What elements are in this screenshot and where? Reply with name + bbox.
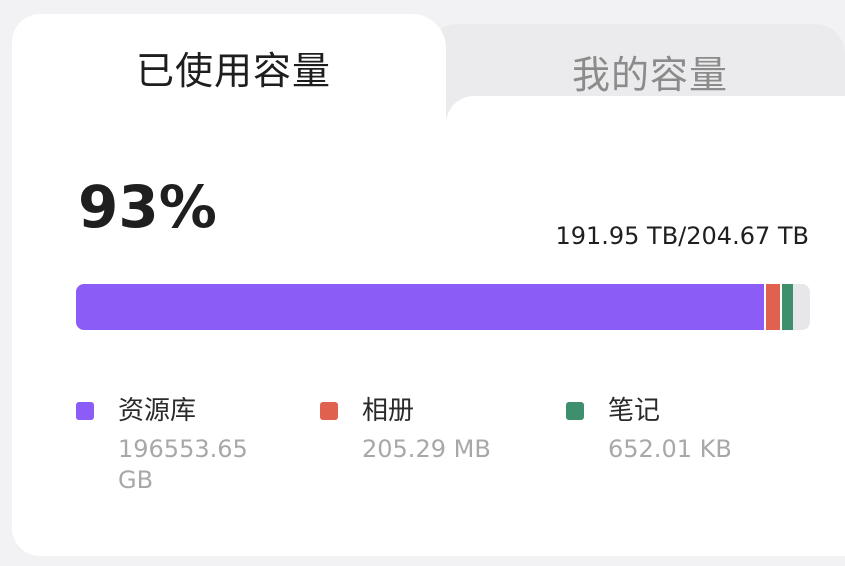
notes-color-swatch: [566, 402, 584, 420]
legend-value: 652.01 KB: [608, 435, 732, 463]
bar-segment-notes: [779, 284, 794, 330]
usage-percent: 93%: [78, 173, 217, 241]
legend-label: 相册: [362, 396, 415, 426]
legend-label: 资源库: [118, 396, 197, 426]
xiaoheihe-logo-icon: [719, 522, 743, 549]
storage-usage-bar: [76, 284, 810, 330]
legend-value: 205.29 MB: [362, 435, 491, 463]
legend-label: 笔记: [608, 396, 661, 426]
capacity-readout: 191.95 TB/204.67 TB: [555, 222, 809, 250]
watermark-text: 小黑盒: [750, 526, 808, 548]
album-color-swatch: [320, 402, 338, 420]
legend-value: 196553.65 GB: [118, 435, 248, 495]
watermark: 小黑盒: [718, 522, 807, 549]
bar-segment-library: [76, 284, 765, 330]
library-color-swatch: [76, 402, 94, 420]
bar-segment-album: [764, 284, 780, 330]
tab-my-capacity[interactable]: 我的容量: [572, 56, 728, 94]
legend-item-library: 资源库 196553.65 GB: [76, 398, 278, 496]
legend-item-album: 相册 205.29 MB: [320, 398, 491, 465]
storage-card-top-right: [446, 96, 845, 136]
tab-used-capacity[interactable]: 已使用容量: [136, 52, 331, 90]
legend-item-notes: 笔记 652.01 KB: [566, 398, 732, 465]
